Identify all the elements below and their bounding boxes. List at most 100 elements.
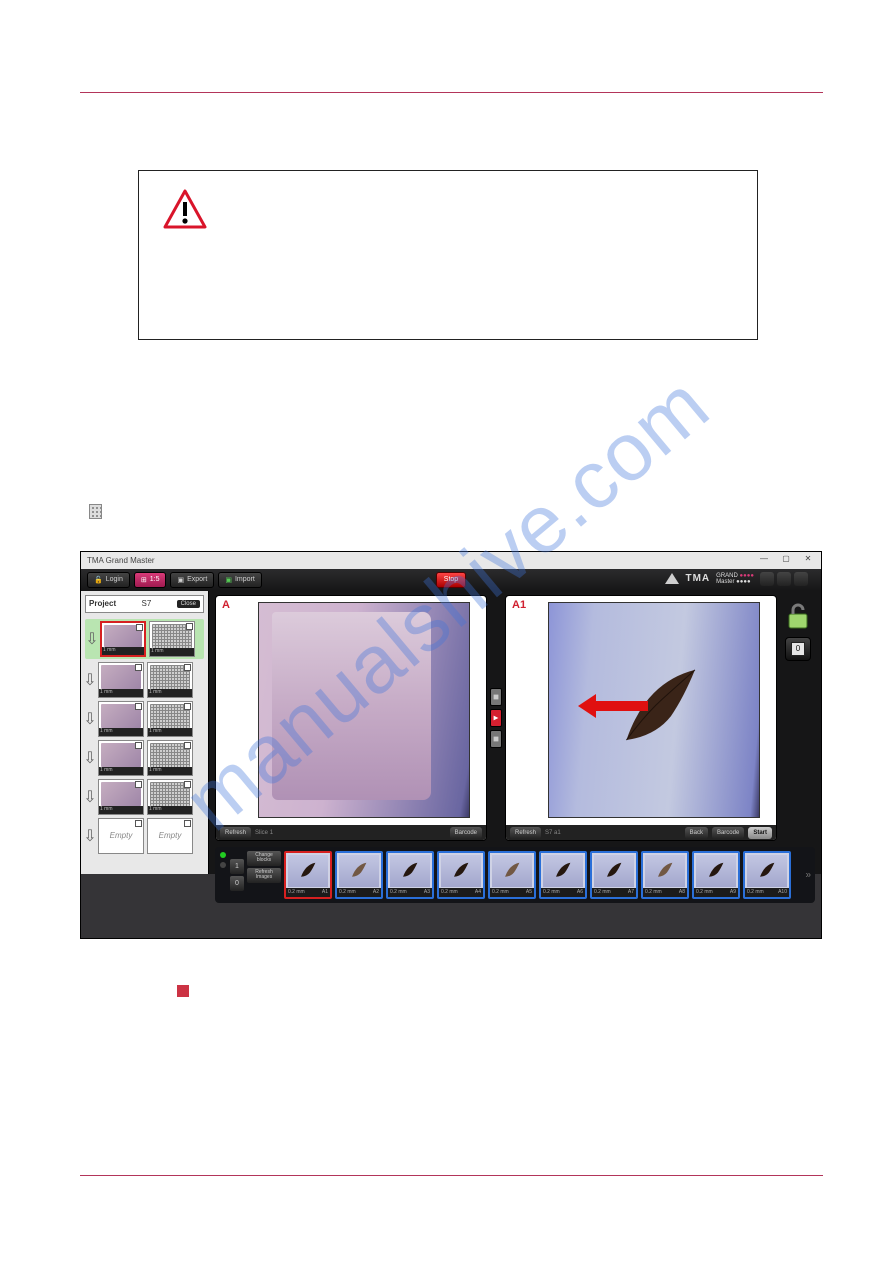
recipient-block-image[interactable] bbox=[258, 602, 470, 818]
row-up-button[interactable]: 1 bbox=[230, 859, 244, 874]
brand-area: TMA GRAND ●●●● Master ●●●● bbox=[665, 571, 815, 587]
import-button[interactable]: ▣Import bbox=[218, 572, 261, 588]
layout-grid-slot[interactable]: 1 mm bbox=[147, 662, 193, 698]
refresh-button[interactable]: Refresh bbox=[220, 827, 251, 839]
row-handle-icon[interactable]: ⇩ bbox=[85, 781, 95, 813]
project-row: ⇩ 1 mm 1 mm bbox=[85, 662, 204, 698]
donor-thumbnail[interactable]: 0.2 mmA9 bbox=[692, 851, 740, 899]
panel-label-a1: A1 bbox=[512, 599, 526, 611]
settings-icon[interactable] bbox=[777, 572, 791, 586]
brand-tma: TMA bbox=[685, 573, 710, 584]
scale-button[interactable]: ⊞1:5 bbox=[134, 572, 167, 588]
donor-thumbnail[interactable]: 0.2 mmA1 bbox=[284, 851, 332, 899]
brand-logo-icon bbox=[665, 573, 679, 584]
donor-thumbnail[interactable]: 0.2 mmA3 bbox=[386, 851, 434, 899]
row-handle-icon[interactable]: ⇩ bbox=[85, 664, 95, 696]
layout-grid-slot[interactable]: 1 mm bbox=[147, 779, 193, 815]
lock-icon[interactable] bbox=[786, 601, 810, 631]
slice-name: Slice 1 bbox=[255, 830, 273, 836]
row-handle-icon[interactable]: ⇩ bbox=[87, 623, 97, 655]
donor-thumbnail[interactable]: 0.2 mmA2 bbox=[335, 851, 383, 899]
project-title: Project bbox=[89, 599, 116, 608]
barcode-button[interactable]: Barcode bbox=[712, 827, 744, 839]
layout-grid-slot[interactable]: 1 mm bbox=[149, 621, 195, 657]
refresh-button[interactable]: Refresh bbox=[510, 827, 541, 839]
donor-thumbnail[interactable]: 0.2 mmA5 bbox=[488, 851, 536, 899]
donor-thumbnail[interactable]: 0.2 mm A4 bbox=[437, 851, 485, 899]
panel-label-a: A bbox=[222, 599, 230, 611]
thumb-size: 0.2 mm bbox=[492, 889, 509, 895]
thumb-size: 0.2 mm bbox=[594, 889, 611, 895]
donor-panel-footer: Refresh S7 a1 Back Barcode Start bbox=[506, 825, 776, 841]
thumb-size: 0.2 mm bbox=[441, 889, 458, 895]
thumbnail-tissue-icon bbox=[552, 861, 574, 879]
change-blocks-button[interactable]: Change blocks bbox=[247, 851, 281, 866]
thumb-id: A6 bbox=[577, 889, 583, 895]
thumb-size: 0.2 mm bbox=[543, 889, 560, 895]
thumb-id: A3 bbox=[424, 889, 430, 895]
thumb-id: A4 bbox=[475, 889, 481, 895]
login-button[interactable]: 🔓Login bbox=[87, 572, 130, 588]
start-button[interactable]: Start bbox=[748, 827, 772, 839]
empty-slot[interactable]: Empty bbox=[98, 818, 144, 854]
splitter-handle-bottom[interactable] bbox=[490, 730, 502, 748]
info-icon[interactable] bbox=[794, 572, 808, 586]
empty-slot[interactable]: Empty bbox=[147, 818, 193, 854]
warning-callout bbox=[138, 170, 758, 340]
recipient-panel-footer: Refresh Slice 1 Barcode bbox=[216, 825, 486, 841]
back-button[interactable]: Back bbox=[685, 827, 708, 839]
donor-thumbnail[interactable]: 0.2 mmA7 bbox=[590, 851, 638, 899]
donor-name: S7 a1 bbox=[545, 830, 561, 836]
project-name: S7 bbox=[141, 599, 151, 608]
thumbnail-tissue-icon bbox=[501, 861, 523, 879]
stop-button[interactable]: Stop bbox=[436, 572, 466, 588]
project-row: ⇩ 1 mm 1 mm bbox=[85, 740, 204, 776]
thumbnail-tissue-icon bbox=[654, 861, 676, 879]
thumbnail-tissue-icon bbox=[348, 861, 370, 879]
recipient-panel: A Label Area Refresh Slice 1 Barcode bbox=[215, 595, 487, 841]
splitter-expand-button[interactable] bbox=[490, 709, 502, 727]
donor-thumbnail[interactable]: 0.2 mmA8 bbox=[641, 851, 689, 899]
donor-thumbnail[interactable]: 0.2 mm A10 bbox=[743, 851, 791, 899]
layout-grid-slot[interactable]: 1 mm bbox=[147, 740, 193, 776]
thumb-id: A8 bbox=[679, 889, 685, 895]
help-icon[interactable] bbox=[760, 572, 774, 586]
thumbnail-tissue-icon bbox=[399, 861, 421, 879]
thumb-size: 0.2 mm bbox=[747, 889, 764, 895]
thumb-id: A1 bbox=[322, 889, 328, 895]
donor-thumbnail[interactable]: 0.2 mm A6 bbox=[539, 851, 587, 899]
annotation-arrow-icon bbox=[578, 691, 648, 721]
window-maximize[interactable]: ▢ bbox=[775, 552, 797, 566]
donor-thumbnail-strip: 1 0 Change blocks Refresh Images 0.2 mmA… bbox=[215, 847, 815, 903]
row-handle-icon[interactable]: ⇩ bbox=[85, 742, 95, 774]
thumbnail-tissue-icon bbox=[705, 861, 727, 879]
splitter-handle-top[interactable] bbox=[490, 688, 502, 706]
status-led-icon bbox=[219, 861, 227, 869]
window-close[interactable]: ✕ bbox=[797, 552, 819, 566]
recipient-block-slot[interactable]: 1 mm bbox=[100, 621, 146, 657]
refresh-images-button[interactable]: Refresh Images bbox=[247, 868, 281, 883]
project-row: ⇩ 1 mm 1 mm bbox=[85, 701, 204, 737]
project-sidebar: Project S7 Close ⇩ 1 mm 1 mm ⇩ 1 mm 1 mm bbox=[81, 591, 209, 874]
recipient-block-slot[interactable]: 1 mm bbox=[98, 662, 144, 698]
brand-master: Master bbox=[716, 579, 734, 585]
layout-grid-slot[interactable]: 1 mm bbox=[147, 701, 193, 737]
export-button[interactable]: ▣Export bbox=[170, 572, 214, 588]
project-row-empty: ⇩ Empty Empty bbox=[85, 818, 204, 854]
recipient-block-slot[interactable]: 1 mm bbox=[98, 740, 144, 776]
project-header: Project S7 Close bbox=[85, 595, 204, 613]
window-minimize[interactable]: — bbox=[753, 552, 775, 566]
barcode-button[interactable]: Barcode bbox=[450, 827, 482, 839]
app-toolbar: 🔓Login ⊞1:5 ▣Export ▣Import Stop TMA GRA… bbox=[81, 569, 821, 591]
row-handle-icon[interactable]: ⇩ bbox=[85, 820, 95, 852]
thumb-id: A10 bbox=[778, 889, 787, 895]
body-paragraph bbox=[87, 380, 787, 521]
recipient-block-slot[interactable]: 1 mm bbox=[98, 701, 144, 737]
project-row-selected: ⇩ 1 mm 1 mm bbox=[85, 619, 204, 659]
recipient-block-slot[interactable]: 1 mm bbox=[98, 779, 144, 815]
window-titlebar: TMA Grand Master — ▢ ✕ bbox=[81, 552, 821, 569]
project-close-button[interactable]: Close bbox=[177, 600, 200, 608]
row-down-button[interactable]: 0 bbox=[230, 876, 244, 891]
row-handle-icon[interactable]: ⇩ bbox=[85, 703, 95, 735]
counter-box[interactable]: 0 bbox=[785, 637, 811, 661]
